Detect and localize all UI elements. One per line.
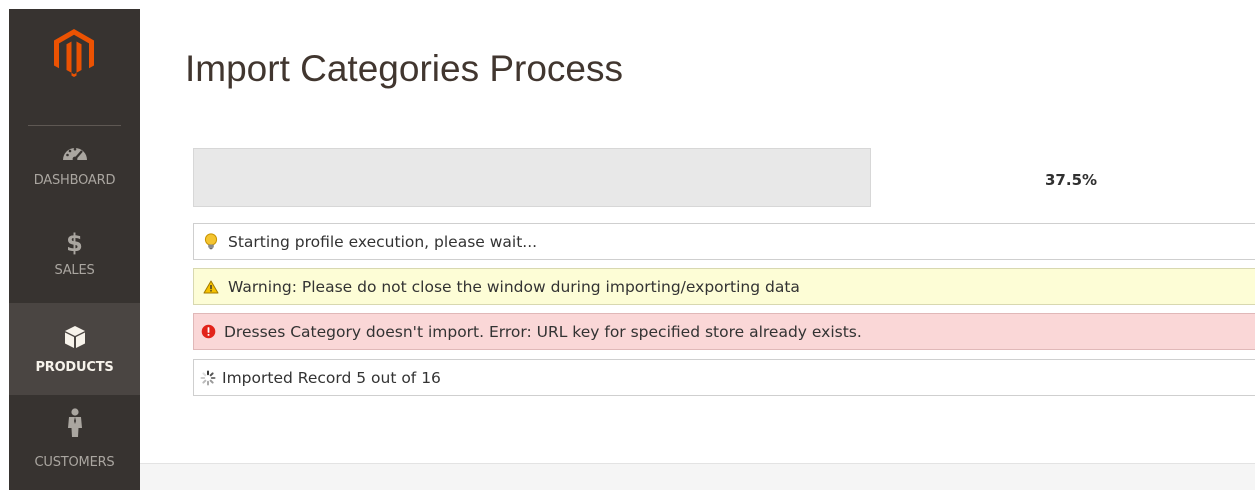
nav-item-products[interactable]: PRODUCTS	[9, 303, 140, 395]
warning-triangle-icon	[194, 280, 228, 294]
dollar-icon: $	[66, 229, 83, 257]
cube-icon	[9, 325, 140, 349]
footer-area	[140, 464, 1255, 490]
window-top-margin	[0, 0, 1255, 9]
nav-item-customers[interactable]: CUSTOMERS	[9, 402, 140, 490]
nav-item-dashboard[interactable]: DASHBOARD	[9, 139, 140, 219]
loading-spinner-icon	[194, 370, 222, 386]
message-text: Imported Record 5 out of 16	[222, 368, 441, 387]
message-info: Starting profile execution, please wait.…	[193, 223, 1255, 260]
lightbulb-icon	[194, 233, 228, 250]
admin-sidebar: DASHBOARD $ SALES PRODUCTS CUSTOMERS	[9, 9, 140, 490]
message-progress: Imported Record 5 out of 16	[193, 359, 1255, 396]
message-error: Dresses Category doesn't import. Error: …	[193, 313, 1255, 350]
error-circle-icon	[198, 324, 218, 339]
logo-divider	[28, 125, 121, 126]
nav-item-label: PRODUCTS	[35, 360, 114, 375]
message-text: Warning: Please do not close the window …	[228, 277, 800, 296]
message-warning: Warning: Please do not close the window …	[193, 268, 1255, 305]
person-icon	[9, 408, 140, 438]
progress-bar	[193, 148, 871, 207]
message-text: Dresses Category doesn't import. Error: …	[224, 322, 862, 341]
magento-logo-icon[interactable]	[54, 29, 94, 77]
page-title: Import Categories Process	[185, 48, 624, 89]
nav-item-label: CUSTOMERS	[34, 455, 115, 470]
nav-item-label: SALES	[54, 263, 95, 278]
nav-item-sales[interactable]: $ SALES	[9, 231, 140, 311]
message-text: Starting profile execution, please wait.…	[228, 232, 538, 251]
speedometer-icon	[9, 142, 140, 162]
nav-item-label: DASHBOARD	[33, 173, 116, 188]
progress-percentage: 37.5%	[1045, 171, 1098, 189]
